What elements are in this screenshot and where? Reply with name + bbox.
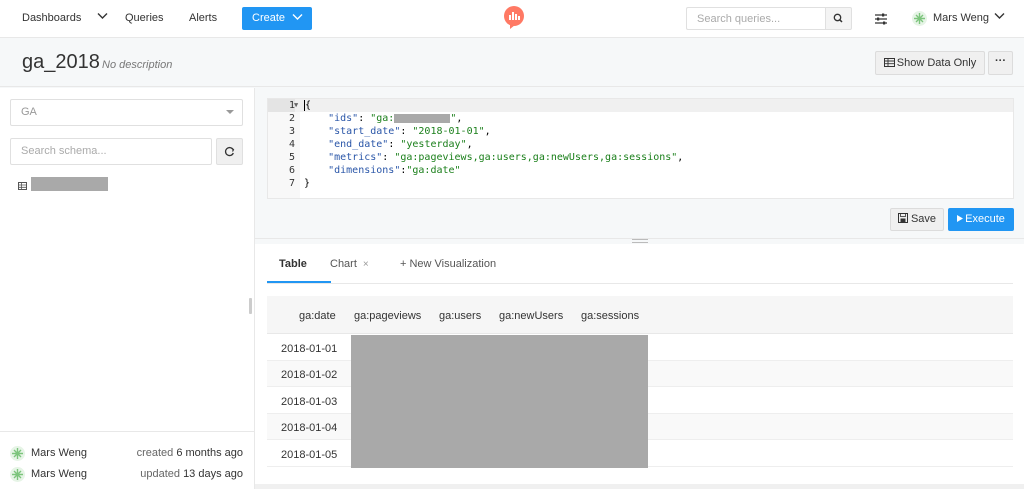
updated-by-row: Mars Weng updated 13 days ago [10, 467, 245, 483]
query-header: ga_2018 No description Show Data Only ··… [0, 39, 1024, 87]
new-visualization-tab[interactable]: + New Visualization [400, 258, 496, 270]
schema-sidebar: GA Search schema... Mars Weng created 6 … [0, 88, 255, 489]
show-data-only-button[interactable]: Show Data Only [875, 51, 985, 75]
redacted-metric-values [351, 335, 648, 468]
editor-line: 3 "start_date": "2018-01-01", [268, 125, 1013, 138]
editor-line: 1 ▼ { [268, 99, 1013, 112]
code-text: } [304, 178, 311, 189]
code-text: "metrics": "ga:pageviews,ga:users,ga:new… [328, 152, 684, 163]
line-number: 4 [288, 139, 295, 150]
created-label: created [136, 447, 174, 459]
date-cell: 2018-01-03 [281, 396, 338, 408]
top-navbar: Dashboards Queries Alerts Create Search … [0, 0, 1024, 38]
editor-line: 5 "metrics": "ga:pageviews,ga:users,ga:n… [268, 151, 1013, 164]
editor-line: 2 "ids": "ga: ", [268, 112, 1013, 125]
created-by-name: Mars Weng [31, 447, 88, 459]
save-button[interactable]: Save [890, 208, 944, 231]
date-cell: 2018-01-02 [281, 369, 338, 381]
code-text: { [304, 99, 312, 111]
code-text: "end_date": "yesterday", [328, 139, 473, 150]
sliders-icon[interactable] [873, 11, 889, 27]
line-number: 1 [268, 99, 295, 112]
refresh-icon [224, 146, 235, 157]
execute-button[interactable]: Execute [948, 208, 1014, 231]
save-icon [897, 213, 908, 223]
table-header: ga:date ga:pageviews ga:users ga:newUser… [267, 296, 1013, 334]
created-by-row: Mars Weng created 6 months ago [10, 446, 245, 462]
updated-label: updated [140, 468, 180, 480]
updated-when: 13 days ago [183, 468, 243, 480]
avatar-icon [10, 446, 25, 461]
data-source-value: GA [21, 106, 37, 118]
divider [267, 283, 1013, 284]
results-panel: Table Chart × + New Visualization ga:date… [255, 244, 1024, 489]
updated-meta: updated 13 days ago [140, 468, 243, 480]
table-icon [18, 179, 27, 190]
avatar-icon [10, 467, 25, 482]
line-number: 7 [288, 178, 295, 189]
play-icon [957, 215, 964, 222]
query-description[interactable]: No description [102, 59, 172, 71]
more-actions-button[interactable]: ··· [988, 51, 1013, 75]
data-source-select[interactable]: GA [10, 99, 243, 126]
table-icon [883, 58, 895, 67]
editor-line: 7 } [268, 177, 1013, 190]
caret-down-icon [226, 110, 234, 114]
redacted-view-id [394, 113, 451, 123]
execute-label: Execute [965, 213, 1005, 225]
date-cell: 2018-01-01 [281, 343, 338, 355]
create-button[interactable]: Create [242, 7, 312, 30]
date-cell: 2018-01-05 [281, 449, 338, 461]
search-icon [833, 13, 843, 23]
resize-grip-icon[interactable] [632, 239, 648, 243]
updated-by-name: Mars Weng [31, 468, 88, 480]
nav-queries[interactable]: Queries [125, 12, 164, 24]
created-meta: created 6 months ago [137, 447, 243, 459]
date-cell: 2018-01-04 [281, 422, 338, 434]
code-text: "ids": "ga: ", [328, 113, 463, 124]
line-number: 6 [288, 165, 295, 176]
search-queries-input[interactable]: Search queries... [686, 7, 825, 30]
nav-alerts[interactable]: Alerts [189, 12, 217, 24]
line-number: 3 [288, 126, 295, 137]
tab-table[interactable]: Table [279, 258, 307, 270]
close-icon[interactable]: × [363, 259, 369, 270]
column-header[interactable]: ga:pageviews [354, 310, 421, 322]
redash-logo[interactable] [503, 6, 525, 30]
nav-dashboards-label: Dashboards [22, 12, 82, 24]
search-button[interactable] [825, 7, 852, 30]
query-editor[interactable]: 1 ▼ { 2 "ids": "ga: ", 3 "start_date": "2… [267, 98, 1014, 199]
editor-line: 6 "dimensions":"ga:date" [268, 164, 1013, 177]
nav-dashboards[interactable]: Dashboards [22, 12, 108, 24]
fold-arrow-icon[interactable]: ▼ [294, 99, 298, 112]
query-title[interactable]: ga_2018 [22, 51, 100, 74]
results-footer [255, 484, 1024, 489]
tab-chart-label: Chart [330, 258, 357, 270]
sidebar-resize-handle[interactable] [249, 298, 252, 314]
show-data-only-label: Show Data Only [896, 57, 977, 69]
created-when: 6 months ago [176, 447, 243, 459]
line-number: 2 [288, 113, 295, 124]
chevron-down-icon [97, 11, 108, 23]
column-header[interactable]: ga:users [439, 310, 481, 322]
save-label: Save [910, 213, 937, 225]
chevron-down-icon[interactable] [994, 11, 1005, 23]
code-text: "start_date": "2018-01-01", [328, 126, 491, 137]
avatar-icon[interactable] [912, 11, 927, 26]
schema-table-item[interactable] [31, 177, 108, 191]
line-number: 5 [288, 152, 295, 163]
editor-line: 4 "end_date": "yesterday", [268, 138, 1013, 151]
refresh-schema-button[interactable] [216, 138, 243, 165]
column-header[interactable]: ga:date [299, 310, 336, 322]
chevron-down-icon [292, 7, 303, 30]
column-header[interactable]: ga:newUsers [499, 310, 563, 322]
tab-chart[interactable]: Chart × [330, 258, 369, 270]
code-text: "dimensions":"ga:date" [328, 165, 461, 176]
active-tab-indicator [267, 281, 331, 283]
column-header[interactable]: ga:sessions [581, 310, 639, 322]
create-button-label: Create [252, 12, 286, 24]
user-menu[interactable]: Mars Weng [933, 12, 989, 24]
schema-search-input[interactable]: Search schema... [10, 138, 212, 165]
divider [0, 431, 254, 432]
